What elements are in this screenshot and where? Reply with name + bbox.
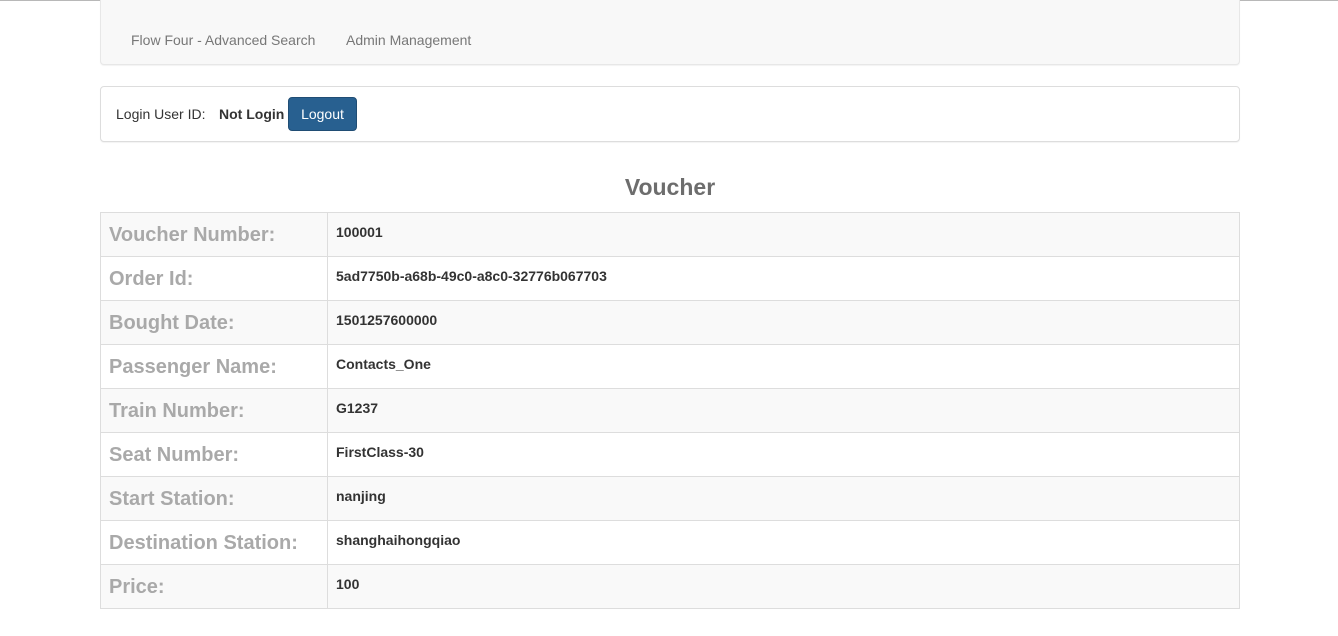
voucher-title: Voucher bbox=[624, 174, 716, 200]
row-label: Seat Number: bbox=[100, 432, 328, 477]
voucher-row-voucher-number: Voucher Number: 100001 bbox=[100, 212, 1240, 257]
row-label: Order Id: bbox=[100, 256, 328, 301]
voucher-row-train-number: Train Number: G1237 bbox=[100, 388, 1240, 433]
row-value: FirstClass-30 bbox=[327, 432, 1240, 477]
row-value: 100001 bbox=[327, 212, 1240, 257]
voucher-row-destination-station: Destination Station: shanghaihongqiao bbox=[100, 520, 1240, 565]
row-value: nanjing bbox=[327, 476, 1240, 521]
voucher-row-order-id: Order Id: 5ad7750b-a68b-49c0-a8c0-32776b… bbox=[100, 256, 1240, 301]
row-value: 5ad7750b-a68b-49c0-a8c0-32776b067703 bbox=[327, 256, 1240, 301]
nav-link-flow-four-advanced-search[interactable]: Flow Four - Advanced Search bbox=[131, 31, 315, 49]
row-value: 100 bbox=[327, 564, 1240, 609]
row-value: Contacts_One bbox=[327, 344, 1240, 389]
voucher-row-seat-number: Seat Number: FirstClass-30 bbox=[100, 432, 1240, 477]
row-label: Voucher Number: bbox=[100, 212, 328, 257]
row-value: G1237 bbox=[327, 388, 1240, 433]
row-label: Bought Date: bbox=[100, 300, 328, 345]
login-panel: Login User ID: Not Login Logout bbox=[100, 86, 1240, 142]
login-user-id-value: Not Login bbox=[219, 106, 285, 122]
voucher-row-start-station: Start Station: nanjing bbox=[100, 476, 1240, 521]
logout-button[interactable]: Logout bbox=[288, 97, 357, 131]
top-navbar: Flow Four - Advanced Search Admin Manage… bbox=[100, 0, 1240, 65]
row-label: Train Number: bbox=[100, 388, 328, 433]
row-label: Start Station: bbox=[100, 476, 328, 521]
row-value: 1501257600000 bbox=[327, 300, 1240, 345]
row-value: shanghaihongqiao bbox=[327, 520, 1240, 565]
row-label: Price: bbox=[100, 564, 328, 609]
login-user-id-label: Login User ID: bbox=[116, 106, 206, 122]
row-label: Passenger Name: bbox=[100, 344, 328, 389]
voucher-row-passenger-name: Passenger Name: Contacts_One bbox=[100, 344, 1240, 389]
voucher-row-bought-date: Bought Date: 1501257600000 bbox=[100, 300, 1240, 345]
voucher-table: Voucher Number: 100001 Order Id: 5ad7750… bbox=[100, 212, 1240, 609]
voucher-row-price: Price: 100 bbox=[100, 564, 1240, 609]
nav-link-admin-management[interactable]: Admin Management bbox=[346, 31, 471, 49]
row-label: Destination Station: bbox=[100, 520, 328, 565]
